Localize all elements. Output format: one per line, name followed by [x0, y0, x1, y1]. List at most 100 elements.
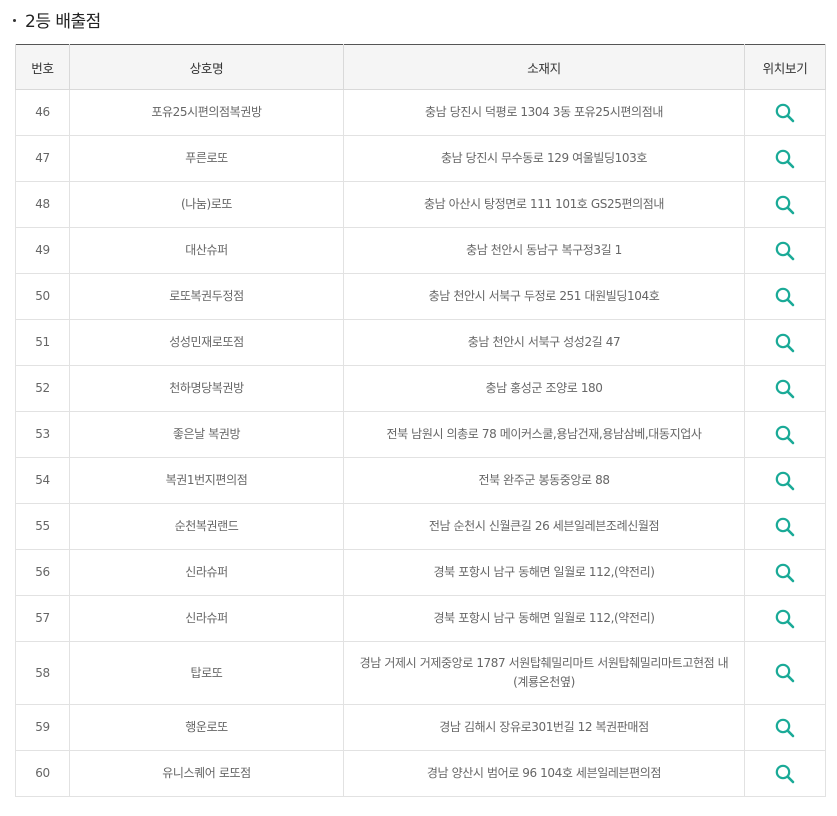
cell-location	[744, 89, 826, 136]
table-row: 57 신라슈퍼 경북 포항시 남구 동해면 일월로 112,(약전리)	[15, 595, 826, 642]
cell-store-name: 포유25시편의점복권방	[69, 89, 344, 136]
cell-no: 60	[15, 750, 70, 797]
cell-store-name: 신라슈퍼	[69, 549, 344, 596]
table-header-row: 번호 상호명 소재지 위치보기	[15, 44, 826, 90]
cell-no: 51	[15, 319, 70, 366]
cell-location	[744, 365, 826, 412]
cell-no: 54	[15, 457, 70, 504]
table-body: 46 포유25시편의점복권방 충남 당진시 덕평로 1304 3동 포유25시편의점…	[15, 89, 826, 797]
cell-location	[744, 273, 826, 320]
view-location-button[interactable]	[774, 662, 796, 684]
table-row: 48 (나눔)로또 충남 아산시 탕정면로 111 101호 GS25편의점내	[15, 181, 826, 228]
cell-no: 46	[15, 89, 70, 136]
cell-address: 경북 포항시 남구 동해면 일월로 112,(약전리)	[343, 549, 745, 596]
table-row: 58 탑로또 경남 거제시 거제중앙로 1787 서원탑췌밀리마트 서원탑췌밀리마트…	[15, 641, 826, 705]
view-location-button[interactable]	[774, 516, 796, 538]
view-location-button[interactable]	[774, 562, 796, 584]
search-icon	[775, 718, 795, 737]
cell-store-name: 행운로또	[69, 704, 344, 751]
view-location-button[interactable]	[774, 763, 796, 785]
view-location-button[interactable]	[774, 424, 796, 446]
cell-address: 경북 포항시 남구 동해면 일월로 112,(약전리)	[343, 595, 745, 642]
cell-location	[744, 641, 826, 705]
cell-store-name: (나눔)로또	[69, 181, 344, 228]
cell-store-name: 푸른로또	[69, 135, 344, 182]
search-icon	[775, 517, 795, 536]
search-icon	[775, 663, 795, 683]
table-row: 60 유니스퀘어 로또점 경남 양산시 범어로 96 104호 세븐일레븐편의점	[15, 750, 826, 797]
table-row: 54 복권1번지편의점 전북 완주군 봉동중앙로 88	[15, 457, 826, 504]
cell-store-name: 유니스퀘어 로또점	[69, 750, 344, 797]
search-icon	[775, 379, 795, 398]
search-icon	[775, 471, 795, 490]
cell-no: 47	[15, 135, 70, 182]
view-location-button[interactable]	[774, 240, 796, 262]
cell-no: 48	[15, 181, 70, 228]
section-title-text: 2등 배출점	[25, 11, 101, 32]
cell-no: 56	[15, 549, 70, 596]
view-location-button[interactable]	[774, 378, 796, 400]
search-icon	[775, 764, 795, 783]
cell-store-name: 탑로또	[69, 641, 344, 705]
cell-store-name: 좋은날 복권방	[69, 411, 344, 458]
cell-address: 충남 아산시 탕정면로 111 101호 GS25편의점내	[343, 181, 745, 228]
search-icon	[775, 609, 795, 628]
cell-no: 59	[15, 704, 70, 751]
cell-address: 충남 천안시 서북구 두정로 251 대원빌딩104호	[343, 273, 745, 320]
table-row: 47 푸른로또 충남 당진시 무수동로 129 여울빌딩103호	[15, 135, 826, 182]
header-no: 번호	[15, 44, 70, 90]
table-row: 53 좋은날 복권방 전북 남원시 의총로 78 메이커스쿨,용남건재,용남삼베,대…	[15, 411, 826, 458]
cell-no: 50	[15, 273, 70, 320]
cell-no: 58	[15, 641, 70, 705]
header-location: 위치보기	[744, 44, 826, 90]
cell-location	[744, 411, 826, 458]
section-title: 2등 배출점	[13, 6, 101, 32]
search-icon	[775, 103, 795, 122]
cell-address: 전남 순천시 신월큰길 26 세븐일레븐조례신월점	[343, 503, 745, 550]
view-location-button[interactable]	[774, 717, 796, 739]
view-location-button[interactable]	[774, 286, 796, 308]
cell-address: 경남 김해시 장유로301번길 12 복권판매점	[343, 704, 745, 751]
cell-location	[744, 704, 826, 751]
bullet-dot	[13, 18, 16, 22]
cell-address: 전북 남원시 의총로 78 메이커스쿨,용남건재,용남삼베,대동지업사	[343, 411, 745, 458]
cell-address: 경남 양산시 범어로 96 104호 세븐일레븐편의점	[343, 750, 745, 797]
cell-address: 경남 거제시 거제중앙로 1787 서원탑췌밀리마트 서원탑췌밀리마트고현점 내…	[343, 641, 745, 705]
cell-location	[744, 503, 826, 550]
search-icon	[775, 425, 795, 444]
cell-no: 53	[15, 411, 70, 458]
winning-stores-table: 번호 상호명 소재지 위치보기 46 포유25시편의점복권방 충남 당진시 덕평로 …	[15, 44, 826, 797]
cell-no: 52	[15, 365, 70, 412]
view-location-button[interactable]	[774, 470, 796, 492]
cell-location	[744, 181, 826, 228]
view-location-button[interactable]	[774, 194, 796, 216]
cell-location	[744, 750, 826, 797]
table-row: 50 로또복권두정점 충남 천안시 서북구 두정로 251 대원빌딩104호	[15, 273, 826, 320]
cell-location	[744, 227, 826, 274]
cell-store-name: 로또복권두정점	[69, 273, 344, 320]
cell-address: 전북 완주군 봉동중앙로 88	[343, 457, 745, 504]
cell-location	[744, 595, 826, 642]
view-location-button[interactable]	[774, 148, 796, 170]
header-address: 소재지	[343, 44, 745, 90]
search-icon	[775, 287, 795, 306]
cell-location	[744, 549, 826, 596]
cell-address: 충남 당진시 덕평로 1304 3동 포유25시편의점내	[343, 89, 745, 136]
cell-location	[744, 457, 826, 504]
search-icon	[775, 333, 795, 352]
table-row: 52 천하명당복권방 충남 홍성군 조양로 180	[15, 365, 826, 412]
table-row: 46 포유25시편의점복권방 충남 당진시 덕평로 1304 3동 포유25시편의점…	[15, 89, 826, 136]
table-row: 55 순천복권랜드 전남 순천시 신월큰길 26 세븐일레븐조례신월점	[15, 503, 826, 550]
search-icon	[775, 195, 795, 214]
cell-store-name: 성성민재로또점	[69, 319, 344, 366]
cell-store-name: 복권1번지편의점	[69, 457, 344, 504]
view-location-button[interactable]	[774, 332, 796, 354]
table-row: 49 대산슈퍼 충남 천안시 동남구 복구정3길 1	[15, 227, 826, 274]
view-location-button[interactable]	[774, 608, 796, 630]
search-icon	[775, 563, 795, 582]
cell-location	[744, 319, 826, 366]
view-location-button[interactable]	[774, 102, 796, 124]
cell-address: 충남 당진시 무수동로 129 여울빌딩103호	[343, 135, 745, 182]
cell-store-name: 순천복권랜드	[69, 503, 344, 550]
table-row: 51 성성민재로또점 충남 천안시 서북구 성성2길 47	[15, 319, 826, 366]
